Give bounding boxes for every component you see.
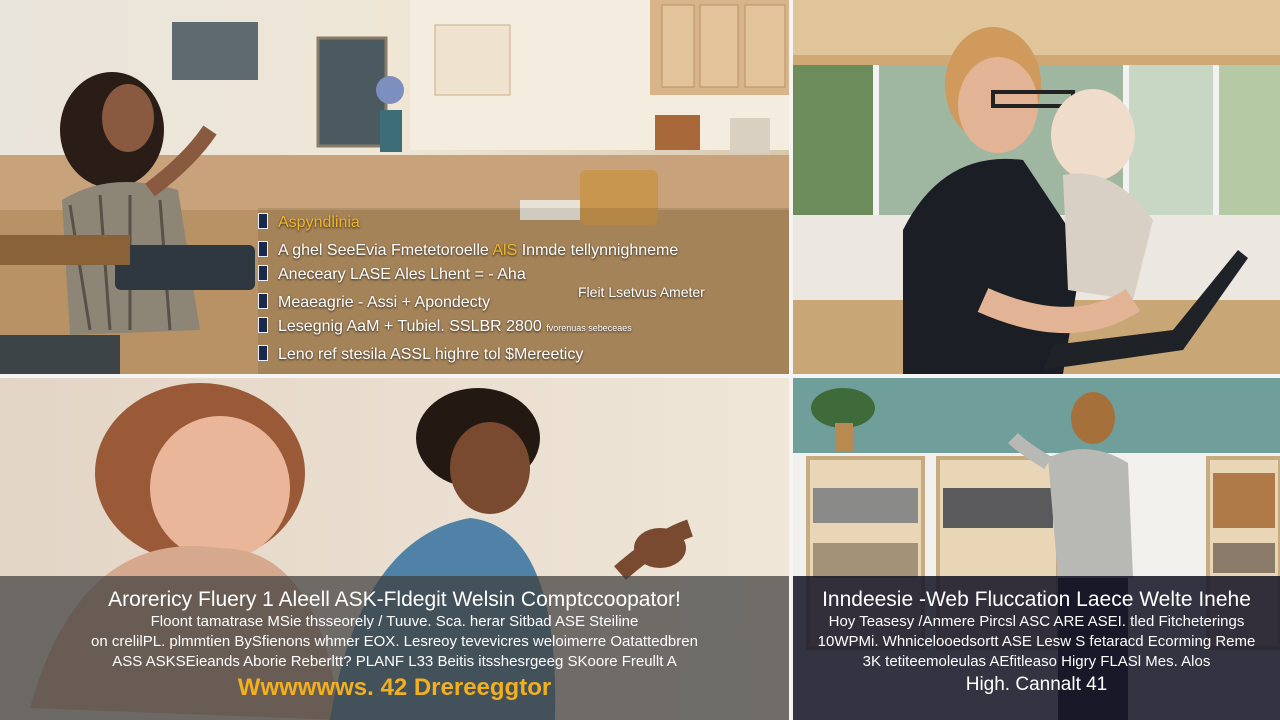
caption-line: 3K tetiteemoleulas AEfitleaso Higry FLAS…: [862, 653, 1211, 670]
caption-bar: Arorericy Fluery 1 Aleell ASK-Fldegit We…: [0, 576, 789, 720]
panel-two-women: Arorericy Fluery 1 Aleell ASK-Fldegit We…: [0, 378, 789, 720]
list-item-text: Meaeagrie - Assi + Apondecty: [278, 294, 491, 311]
small-note: fvorenuas sebeceaes: [546, 323, 632, 333]
panel-woman-kitchen: Aspyndlinia A ghel SeeEvia Fmetetoroelle…: [0, 0, 789, 374]
list-item: Aspyndlinia: [258, 212, 360, 234]
caption-bar: Inndeesie -Web Fluccation Laece Welte In…: [793, 576, 1280, 720]
list-item-text: A ghel SeeEvia Fmetetoroelle: [278, 242, 489, 259]
list-highlight-text: Inmde tellynnighneme: [521, 242, 679, 259]
list-item-text: Leno ref stesila ASSL highre tol $Mereet…: [278, 346, 584, 363]
bullet-marker: [258, 213, 268, 229]
panel-man-baby: [793, 0, 1280, 374]
vertical-divider: [789, 0, 793, 720]
video-collage: Aspyndlinia A ghel SeeEvia Fmetetoroelle…: [0, 0, 1280, 720]
man-baby-photo: [793, 0, 1280, 374]
bullet-marker: [258, 293, 268, 309]
list-item: A ghel SeeEvia Fmetetoroelle AlS Inmde t…: [258, 240, 678, 262]
caption-line: ASS ASKSEieands Aborie Reberltt? PLANF L…: [112, 653, 677, 670]
horizontal-divider: [0, 374, 1280, 378]
bullet-marker: [258, 265, 268, 281]
caption-line: on crelilPL. plmmtien BySfienons whmer E…: [91, 633, 698, 650]
caption-line: 10WPMi. Whnicelooedsortt ASE Lesw S feta…: [817, 633, 1256, 650]
list-item: Meaeagrie - Assi + Apondecty: [258, 292, 490, 314]
side-note: Fleit Lsetvus Ameter: [578, 284, 705, 300]
caption-title: Arorericy Fluery 1 Aleell ASK-Fldegit We…: [108, 588, 681, 611]
caption-footer: High. Cannalt 41: [965, 674, 1108, 695]
list-item-text: Lesegnig AaM + Tubiel. SSLBR 2800: [278, 318, 542, 335]
list-item: Lesegnig AaM + Tubiel. SSLBR 2800 fvoren…: [258, 316, 632, 338]
bullet-marker: [258, 241, 268, 257]
list-item: Leno ref stesila ASSL highre tol $Mereet…: [258, 344, 583, 366]
bullet-marker: [258, 345, 268, 361]
list-item: Aneceary LASE Ales Lhent = - Aha: [258, 264, 526, 286]
list-item-text: Aneceary LASE Ales Lhent = - Aha: [278, 266, 526, 283]
text-list-overlay: Aspyndlinia A ghel SeeEvia Fmetetoroelle…: [258, 208, 789, 374]
caption-line: Floont tamatrase MSie thsseorely / Tuuve…: [150, 613, 639, 630]
caption-footer: Wwwwwws. 42 Drereeggtor: [237, 674, 552, 701]
caption-line: Hoy Teasesy /Anmere Pircsl ASC ARE ASEI.…: [828, 613, 1245, 630]
list-item-text: Aspyndlinia: [278, 214, 360, 231]
caption-title: Inndeesie -Web Fluccation Laece Welte In…: [822, 588, 1251, 611]
list-highlight: AlS: [492, 242, 518, 259]
bullet-marker: [258, 317, 268, 333]
panel-bookshelf: Inndeesie -Web Fluccation Laece Welte In…: [793, 378, 1280, 720]
